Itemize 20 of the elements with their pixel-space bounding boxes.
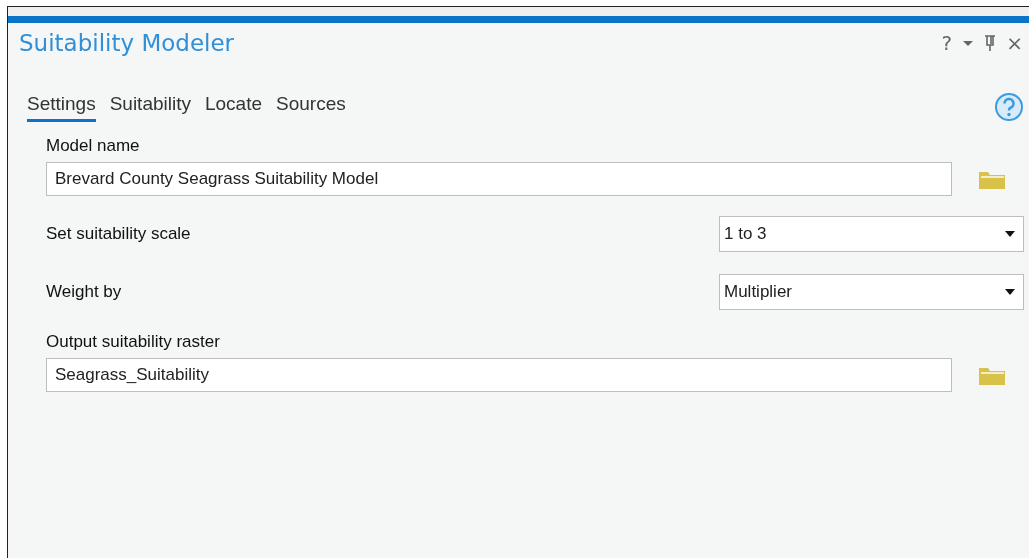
window-title: Suitability Modeler (19, 30, 235, 56)
dropdown-icon[interactable] (962, 39, 975, 47)
dropdown[interactable]: 1 to 3 (719, 216, 1024, 252)
field-label: Model name (46, 136, 141, 156)
field-label: Weight by (46, 282, 122, 302)
pin-icon[interactable] (984, 34, 997, 52)
tab[interactable]: Locate (205, 91, 263, 122)
input-field[interactable]: Brevard County Seagrass Suitability Model (46, 162, 952, 196)
tab[interactable]: Sources (276, 91, 346, 122)
field-label: Output suitability raster (46, 332, 221, 352)
tab[interactable]: Settings (27, 91, 96, 122)
help-icon[interactable] (994, 91, 1024, 122)
caret-icon (1005, 231, 1015, 237)
field-label: Set suitability scale (46, 224, 191, 244)
help-button[interactable]: ? (941, 31, 953, 55)
input-field[interactable]: Seagrass_Suitability (46, 358, 952, 392)
dropdown[interactable]: Multiplier (719, 274, 1024, 310)
tab[interactable]: Suitability (109, 91, 191, 122)
caret-icon (1005, 289, 1015, 295)
close-button[interactable]: × (1006, 31, 1023, 55)
